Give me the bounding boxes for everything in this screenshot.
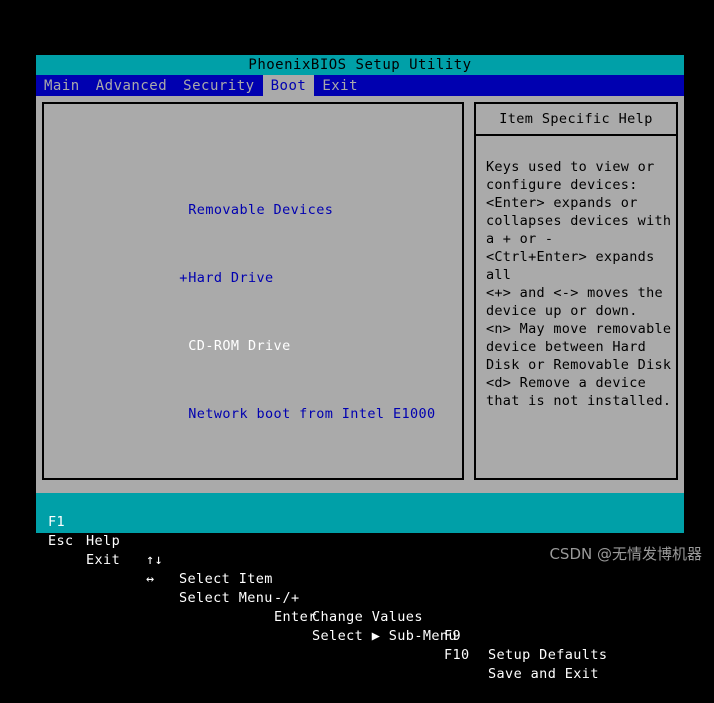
key-f1-label: Help (86, 532, 120, 551)
list-item[interactable]: +Hard Drive (94, 253, 436, 270)
device-label: Network boot from Intel E1000 (188, 406, 435, 422)
select-item-label: Select Item (179, 570, 273, 589)
help-line: all (486, 266, 676, 284)
key-bar-row-1: F1 Help ↑↓ Select Item -/+ Change Values… (36, 494, 684, 513)
tab-main-label: Main (44, 78, 80, 94)
tab-exit[interactable]: Exit (314, 75, 366, 96)
save-and-exit-label: Save and Exit (488, 665, 599, 684)
key-enter[interactable]: Enter (274, 608, 317, 627)
device-label: Hard Drive (188, 270, 273, 286)
device-label: Removable Devices (188, 202, 333, 218)
bios-screen: PhoenixBIOS Setup Utility Main Advanced … (36, 55, 684, 533)
item-specific-help-panel: Item Specific Help Keys used to view or … (474, 102, 678, 480)
key-bar-row-2: Esc Exit ↔ Select Menu Enter Select ▶ Su… (36, 513, 684, 532)
leftright-arrow-icon: ↔ (146, 570, 155, 589)
main-menu-bar: Main Advanced Security Boot Exit (36, 75, 684, 96)
help-line: configure devices: (486, 176, 676, 194)
help-line: <+> and <-> moves the (486, 284, 676, 302)
tab-boot[interactable]: Boot (263, 75, 315, 96)
tab-boot-label: Boot (271, 78, 307, 94)
list-item-selected[interactable]: CD-ROM Drive (94, 321, 436, 338)
expand-marker (179, 202, 188, 219)
key-minus-plus[interactable]: -/+ (274, 589, 300, 608)
panel-divider (464, 102, 474, 491)
tab-security-label: Security (183, 78, 254, 94)
help-line: <d> Remove a device (486, 374, 676, 392)
function-key-bar: F1 Help ↑↓ Select Item -/+ Change Values… (36, 493, 684, 533)
tab-security[interactable]: Security (175, 75, 262, 96)
help-line: <Ctrl+Enter> expands (486, 248, 676, 266)
device-label: CD-ROM Drive (188, 338, 290, 354)
help-panel-body: Keys used to view or configure devices: … (474, 136, 678, 480)
bios-content-area: Removable Devices +Hard Drive CD-ROM Dri… (36, 96, 684, 491)
tab-advanced-label: Advanced (96, 78, 167, 94)
key-f10[interactable]: F10 (444, 646, 470, 665)
help-line: a + or - (486, 230, 676, 248)
help-line: Disk or Removable Disk (486, 356, 676, 374)
boot-order-panel: Removable Devices +Hard Drive CD-ROM Dri… (42, 102, 464, 480)
change-values-label: Change Values (312, 608, 423, 627)
key-esc[interactable]: Esc (48, 532, 74, 551)
tab-advanced[interactable]: Advanced (88, 75, 175, 96)
expand-marker: + (179, 270, 188, 287)
help-line: Keys used to view or (486, 158, 676, 176)
boot-device-list: Removable Devices +Hard Drive CD-ROM Dri… (94, 134, 436, 457)
select-submenu-label: Select ▶ Sub-Menu (312, 627, 457, 646)
help-line: collapses devices with (486, 212, 676, 230)
help-line: that is not installed. (486, 392, 676, 410)
setup-defaults-label: Setup Defaults (488, 646, 607, 665)
watermark: CSDN @无情发博机器 (549, 543, 702, 564)
help-line: <Enter> expands or (486, 194, 676, 212)
select-menu-label: Select Menu (179, 589, 273, 608)
tab-exit-label: Exit (322, 78, 358, 94)
page-title: PhoenixBIOS Setup Utility (36, 55, 684, 75)
exit-label: Exit (86, 551, 120, 570)
help-line: <n> May move removable (486, 320, 676, 338)
tab-main[interactable]: Main (36, 75, 88, 96)
updown-arrow-icon: ↑↓ (146, 551, 163, 570)
help-panel-title: Item Specific Help (474, 102, 678, 136)
list-item[interactable]: Network boot from Intel E1000 (94, 389, 436, 406)
menu-bar-filler (366, 75, 684, 96)
help-line: device between Hard (486, 338, 676, 356)
list-item[interactable]: Removable Devices (94, 185, 436, 202)
help-line: device up or down. (486, 302, 676, 320)
expand-marker (179, 406, 188, 423)
expand-marker (179, 338, 188, 355)
